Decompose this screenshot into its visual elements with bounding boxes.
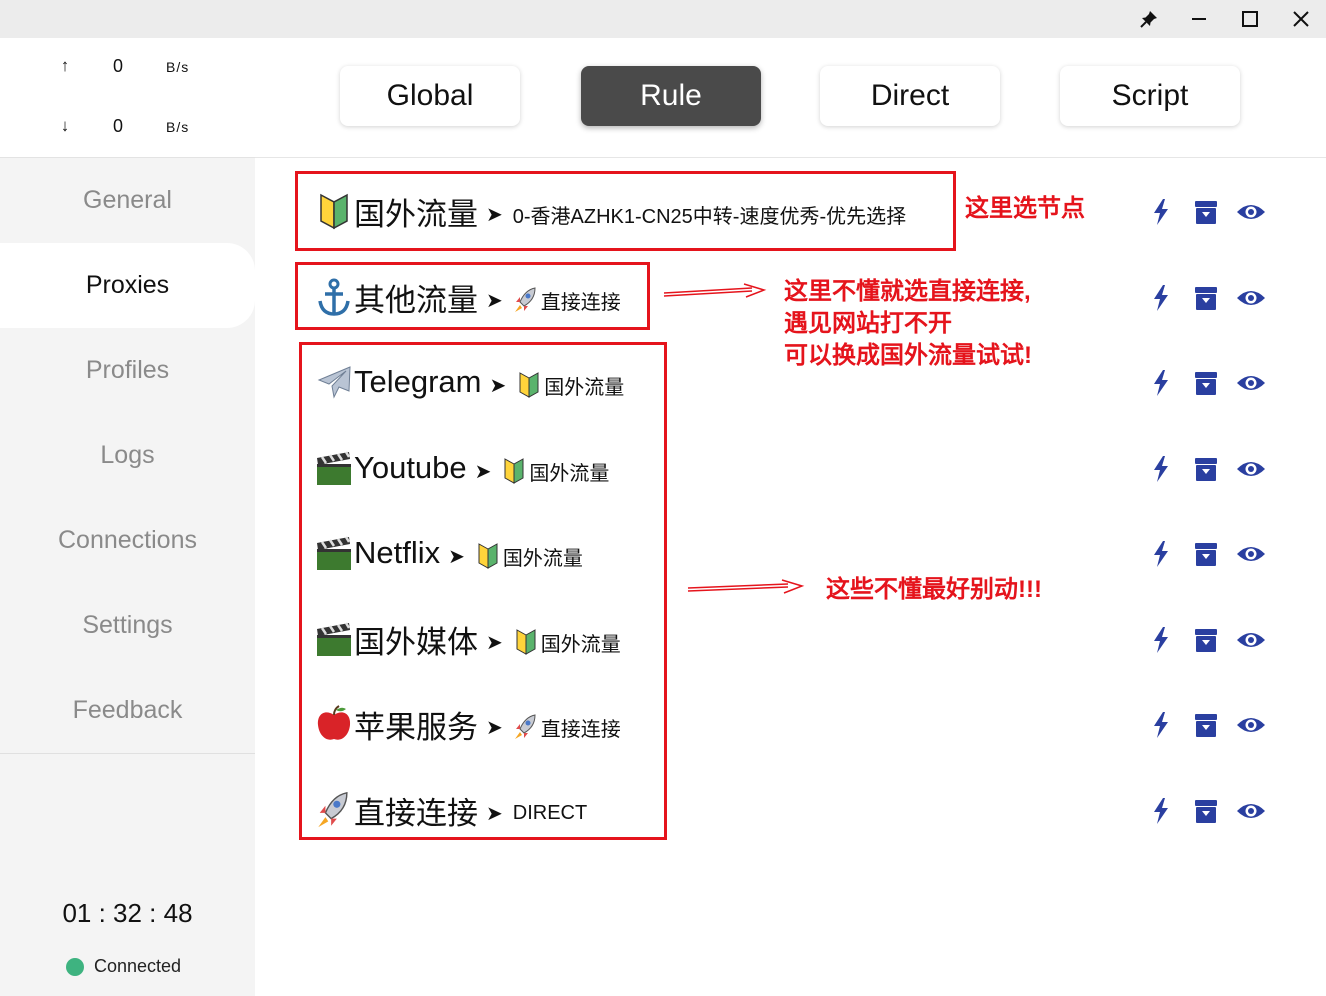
lightning-icon[interactable] — [1146, 454, 1176, 484]
row-actions — [1146, 796, 1281, 826]
archive-icon[interactable] — [1191, 625, 1221, 655]
status-dot-icon — [66, 957, 84, 976]
eye-icon[interactable] — [1236, 454, 1266, 484]
download-arrow-icon: ↓ — [60, 116, 70, 135]
eye-icon[interactable] — [1236, 197, 1266, 227]
uptime-timer: 01 : 32 : 48 — [62, 898, 193, 928]
sidebar-item-proxies[interactable]: Proxies — [0, 243, 255, 328]
annotation-note-3: 这些不懂最好别动!!! — [826, 576, 1042, 603]
row-actions — [1146, 710, 1281, 740]
minimize-icon[interactable] — [1184, 4, 1214, 34]
mode-global-button[interactable]: Global — [340, 66, 520, 126]
annotation-arrow-1 — [663, 283, 767, 298]
archive-icon[interactable] — [1191, 539, 1221, 569]
annotation-box-2 — [295, 262, 650, 330]
archive-icon[interactable] — [1191, 368, 1221, 398]
maximize-icon[interactable] — [1235, 4, 1265, 34]
row-actions — [1146, 454, 1281, 484]
row-actions — [1146, 368, 1281, 398]
download-value: 0 — [112, 116, 123, 136]
lightning-icon[interactable] — [1146, 539, 1176, 569]
close-icon[interactable] — [1286, 4, 1316, 34]
connection-status: Connected — [66, 956, 181, 977]
annotation-box-1 — [295, 171, 956, 251]
sidebar-divider — [0, 753, 255, 754]
upload-unit: B/s — [166, 59, 190, 75]
sidebar-item-general[interactable]: General — [0, 158, 255, 243]
row-actions — [1146, 283, 1281, 313]
annotation-note-2: 这里不懂就选直接连接, 遇见网站打不开 可以换成国外流量试试! — [784, 276, 1032, 372]
eye-icon[interactable] — [1236, 710, 1266, 740]
annotation-box-3 — [299, 342, 667, 840]
download-speed: ↓ 0 B/s — [0, 116, 255, 140]
sidebar-item-profiles[interactable]: Profiles — [0, 328, 255, 413]
mode-rule-button[interactable]: Rule — [581, 66, 761, 126]
row-actions — [1146, 539, 1281, 569]
archive-icon[interactable] — [1191, 796, 1221, 826]
eye-icon[interactable] — [1236, 625, 1266, 655]
archive-icon[interactable] — [1191, 283, 1221, 313]
lightning-icon[interactable] — [1146, 796, 1176, 826]
lightning-icon[interactable] — [1146, 368, 1176, 398]
eye-icon[interactable] — [1236, 368, 1266, 398]
mode-script-button[interactable]: Script — [1060, 66, 1240, 126]
upload-arrow-icon: ↑ — [60, 56, 70, 75]
annotation-note-2-line: 可以换成国外流量试试! — [784, 342, 1032, 369]
sidebar-item-feedback[interactable]: Feedback — [0, 668, 255, 753]
lightning-icon[interactable] — [1146, 625, 1176, 655]
upload-value: 0 — [112, 56, 123, 76]
upload-speed: ↑ 0 B/s — [0, 56, 255, 80]
sidebar: ↑ 0 B/s ↓ 0 B/s General Proxies Profiles… — [0, 38, 255, 996]
annotation-note-1: 这里选节点 — [965, 195, 1085, 222]
eye-icon[interactable] — [1236, 283, 1266, 313]
sidebar-item-logs[interactable]: Logs — [0, 413, 255, 498]
title-bar — [0, 0, 1326, 38]
eye-icon[interactable] — [1236, 796, 1266, 826]
lightning-icon[interactable] — [1146, 710, 1176, 740]
lightning-icon[interactable] — [1146, 197, 1176, 227]
row-actions — [1146, 625, 1281, 655]
archive-icon[interactable] — [1191, 710, 1221, 740]
sidebar-item-connections[interactable]: Connections — [0, 498, 255, 583]
header-divider — [255, 157, 1326, 158]
download-unit: B/s — [166, 119, 190, 135]
traffic-panel: ↑ 0 B/s ↓ 0 B/s — [0, 38, 255, 158]
row-actions — [1146, 197, 1281, 227]
pin-icon[interactable] — [1134, 4, 1164, 34]
eye-icon[interactable] — [1236, 539, 1266, 569]
mode-direct-button[interactable]: Direct — [820, 66, 1000, 126]
status-label: Connected — [94, 956, 182, 976]
annotation-arrow-2 — [687, 579, 805, 594]
annotation-note-2-line: 遇见网站打不开 — [784, 310, 952, 337]
annotation-note-2-line: 这里不懂就选直接连接, — [784, 278, 1031, 305]
lightning-icon[interactable] — [1146, 283, 1176, 313]
archive-icon[interactable] — [1191, 197, 1221, 227]
archive-icon[interactable] — [1191, 454, 1221, 484]
sidebar-item-settings[interactable]: Settings — [0, 583, 255, 668]
